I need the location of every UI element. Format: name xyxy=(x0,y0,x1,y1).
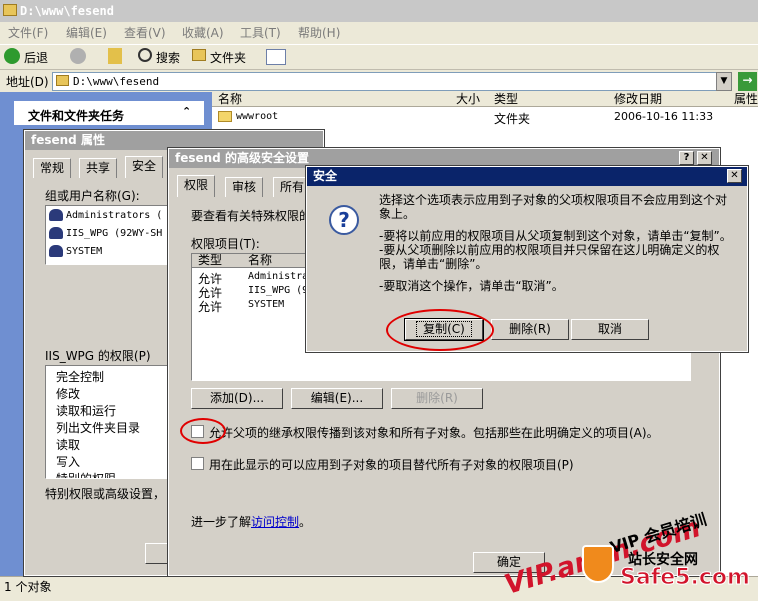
address-value: D:\www\fesend xyxy=(73,75,160,88)
remove-button[interactable]: 删除(R) xyxy=(491,319,569,340)
item-name: wwwroot xyxy=(236,111,279,122)
folders-button[interactable]: 文件夹 xyxy=(210,49,246,66)
replace-checkbox[interactable] xyxy=(191,457,204,470)
col-modified[interactable]: 修改日期 xyxy=(614,92,662,107)
list-item: 写入 xyxy=(56,455,81,469)
tab-auditing[interactable]: 审核 xyxy=(225,177,264,197)
table-row[interactable]: 允许 SYSTEM xyxy=(198,298,284,315)
col-name-header[interactable]: 名称 xyxy=(248,254,272,267)
learn-more-text: 进一步了解访问控制。 xyxy=(191,515,312,529)
item-type: 文件夹 xyxy=(494,112,531,126)
back-button[interactable]: 后退 xyxy=(24,49,48,66)
menu-view[interactable]: 查看(V) xyxy=(124,22,166,44)
help-button[interactable]: ? xyxy=(679,151,694,165)
replace-label: 用在此显示的可以应用到子对象的项目替代所有子对象的权限项目(P) xyxy=(209,458,574,472)
list-item[interactable]: wwwroot 文件夹 2006-10-16 11:33 xyxy=(216,110,756,126)
forward-arrow-icon[interactable] xyxy=(70,48,86,64)
address-input[interactable]: D:\www\fesend xyxy=(52,72,732,91)
list-item[interactable]: SYSTEM xyxy=(49,245,102,257)
entries-label: 权限项目(T): xyxy=(191,237,260,251)
go-arrow-icon[interactable]: → xyxy=(738,72,757,91)
edit-button[interactable]: 编辑(E)... xyxy=(291,388,383,409)
inherit-label: 允许父项的继承权限传播到该对象和所有子对象。包括那些在此明确定义的项目(A)。 xyxy=(209,426,659,440)
menu-file[interactable]: 文件(F) xyxy=(8,22,48,44)
question-icon: ? xyxy=(329,205,359,235)
window-title: D:\www\fesend xyxy=(20,4,114,18)
properties-title: fesend 属性 xyxy=(31,133,105,147)
menu-favorites[interactable]: 收藏(A) xyxy=(182,22,224,44)
list-item: 修改 xyxy=(56,387,81,401)
search-icon[interactable] xyxy=(138,48,152,62)
list-item[interactable]: Administrators ( xyxy=(49,209,162,221)
security-dialog: 安全 ✕ ? 选择这个选项表示应用到子对象的父项权限项目不会应用到这个对象上。 … xyxy=(305,165,749,353)
highlight-circle xyxy=(180,418,226,444)
menu-edit[interactable]: 编辑(E) xyxy=(66,22,107,44)
close-button[interactable]: ✕ xyxy=(697,151,712,165)
highlight-circle xyxy=(386,309,494,351)
col-name[interactable]: 名称 xyxy=(218,92,242,107)
add-button[interactable]: 添加(D)... xyxy=(191,388,283,409)
security-message: 选择这个选项表示应用到子对象的父项权限项目不会应用到这个对象上。 -要将以前应用… xyxy=(379,193,732,293)
users-icon xyxy=(49,227,63,239)
permissions-list[interactable]: 完全控制 修改 读取和运行 列出文件夹目录 读取 写入 特别的权限 xyxy=(45,365,169,479)
tab-general[interactable]: 常规 xyxy=(33,158,72,178)
cancel-button[interactable]: 取消 xyxy=(571,319,649,340)
list-item: 完全控制 xyxy=(56,370,105,384)
tasks-header[interactable]: 文件和文件夹任务 ⌃ xyxy=(14,101,204,125)
search-button[interactable]: 搜索 xyxy=(156,49,180,66)
shield-logo-icon xyxy=(582,545,614,583)
status-text: 1 个对象 xyxy=(4,580,52,594)
list-item: 特别的权限 xyxy=(56,472,117,479)
advanced-description: 要查看有关特殊权限的 xyxy=(191,209,312,223)
watermark-safe5: Safe5.com xyxy=(620,565,751,591)
toolbar: 后退 搜索 文件夹 xyxy=(0,44,758,70)
access-control-link[interactable]: 访问控制 xyxy=(251,515,299,529)
address-label: 地址(D) xyxy=(6,75,49,89)
window-titlebar: D:\www\fesend xyxy=(0,0,758,22)
remove-button[interactable]: 删除(R) xyxy=(391,388,483,409)
close-button[interactable]: ✕ xyxy=(727,169,742,183)
list-item[interactable]: IIS_WPG (92WY-SH xyxy=(49,227,162,239)
advanced-title: fesend 的高级安全设置 xyxy=(175,151,309,165)
permissions-label: IIS_WPG 的权限(P) xyxy=(45,349,151,363)
col-size[interactable]: 大小 xyxy=(456,92,480,107)
group-label: 组或用户名称(G): xyxy=(45,189,140,203)
col-type[interactable]: 类型 xyxy=(494,92,518,107)
users-icon xyxy=(49,245,63,257)
advanced-hint: 特别权限或高级设置， xyxy=(45,487,166,501)
user-list[interactable]: Administrators ( IIS_WPG (92WY-SH SYSTEM xyxy=(45,205,169,265)
list-item: 列出文件夹目录 xyxy=(56,421,141,435)
col-attrs[interactable]: 属性 xyxy=(734,92,758,107)
tasks-title: 文件和文件夹任务 xyxy=(28,109,125,123)
list-header: 名称 大小 类型 修改日期 属性 xyxy=(212,92,758,107)
tab-permissions[interactable]: 权限 xyxy=(177,175,216,197)
tab-security[interactable]: 安全 xyxy=(125,156,164,178)
tab-sharing[interactable]: 共享 xyxy=(79,158,118,178)
menu-help[interactable]: 帮助(H) xyxy=(298,22,340,44)
collapse-chevron-icon[interactable]: ⌃ xyxy=(182,105,191,118)
address-dropdown-button[interactable]: ▼ xyxy=(716,72,732,91)
menu-tools[interactable]: 工具(T) xyxy=(240,22,281,44)
folder-icon xyxy=(3,4,17,16)
users-icon xyxy=(49,209,63,221)
menu-bar: 文件(F) 编辑(E) 查看(V) 收藏(A) 工具(T) 帮助(H) xyxy=(0,22,758,44)
security-title: 安全 xyxy=(313,169,338,183)
views-icon[interactable] xyxy=(266,49,286,65)
folders-icon[interactable] xyxy=(192,49,206,61)
back-arrow-icon[interactable] xyxy=(4,48,20,64)
list-item: 读取 xyxy=(56,438,81,452)
folder-icon xyxy=(218,111,232,122)
item-modified: 2006-10-16 11:33 xyxy=(614,110,714,123)
folder-icon xyxy=(56,75,69,86)
list-item: 读取和运行 xyxy=(56,404,117,418)
col-type-header[interactable]: 类型 xyxy=(198,254,222,267)
security-titlebar: 安全 ✕ xyxy=(307,167,747,186)
up-folder-icon[interactable] xyxy=(108,48,122,64)
